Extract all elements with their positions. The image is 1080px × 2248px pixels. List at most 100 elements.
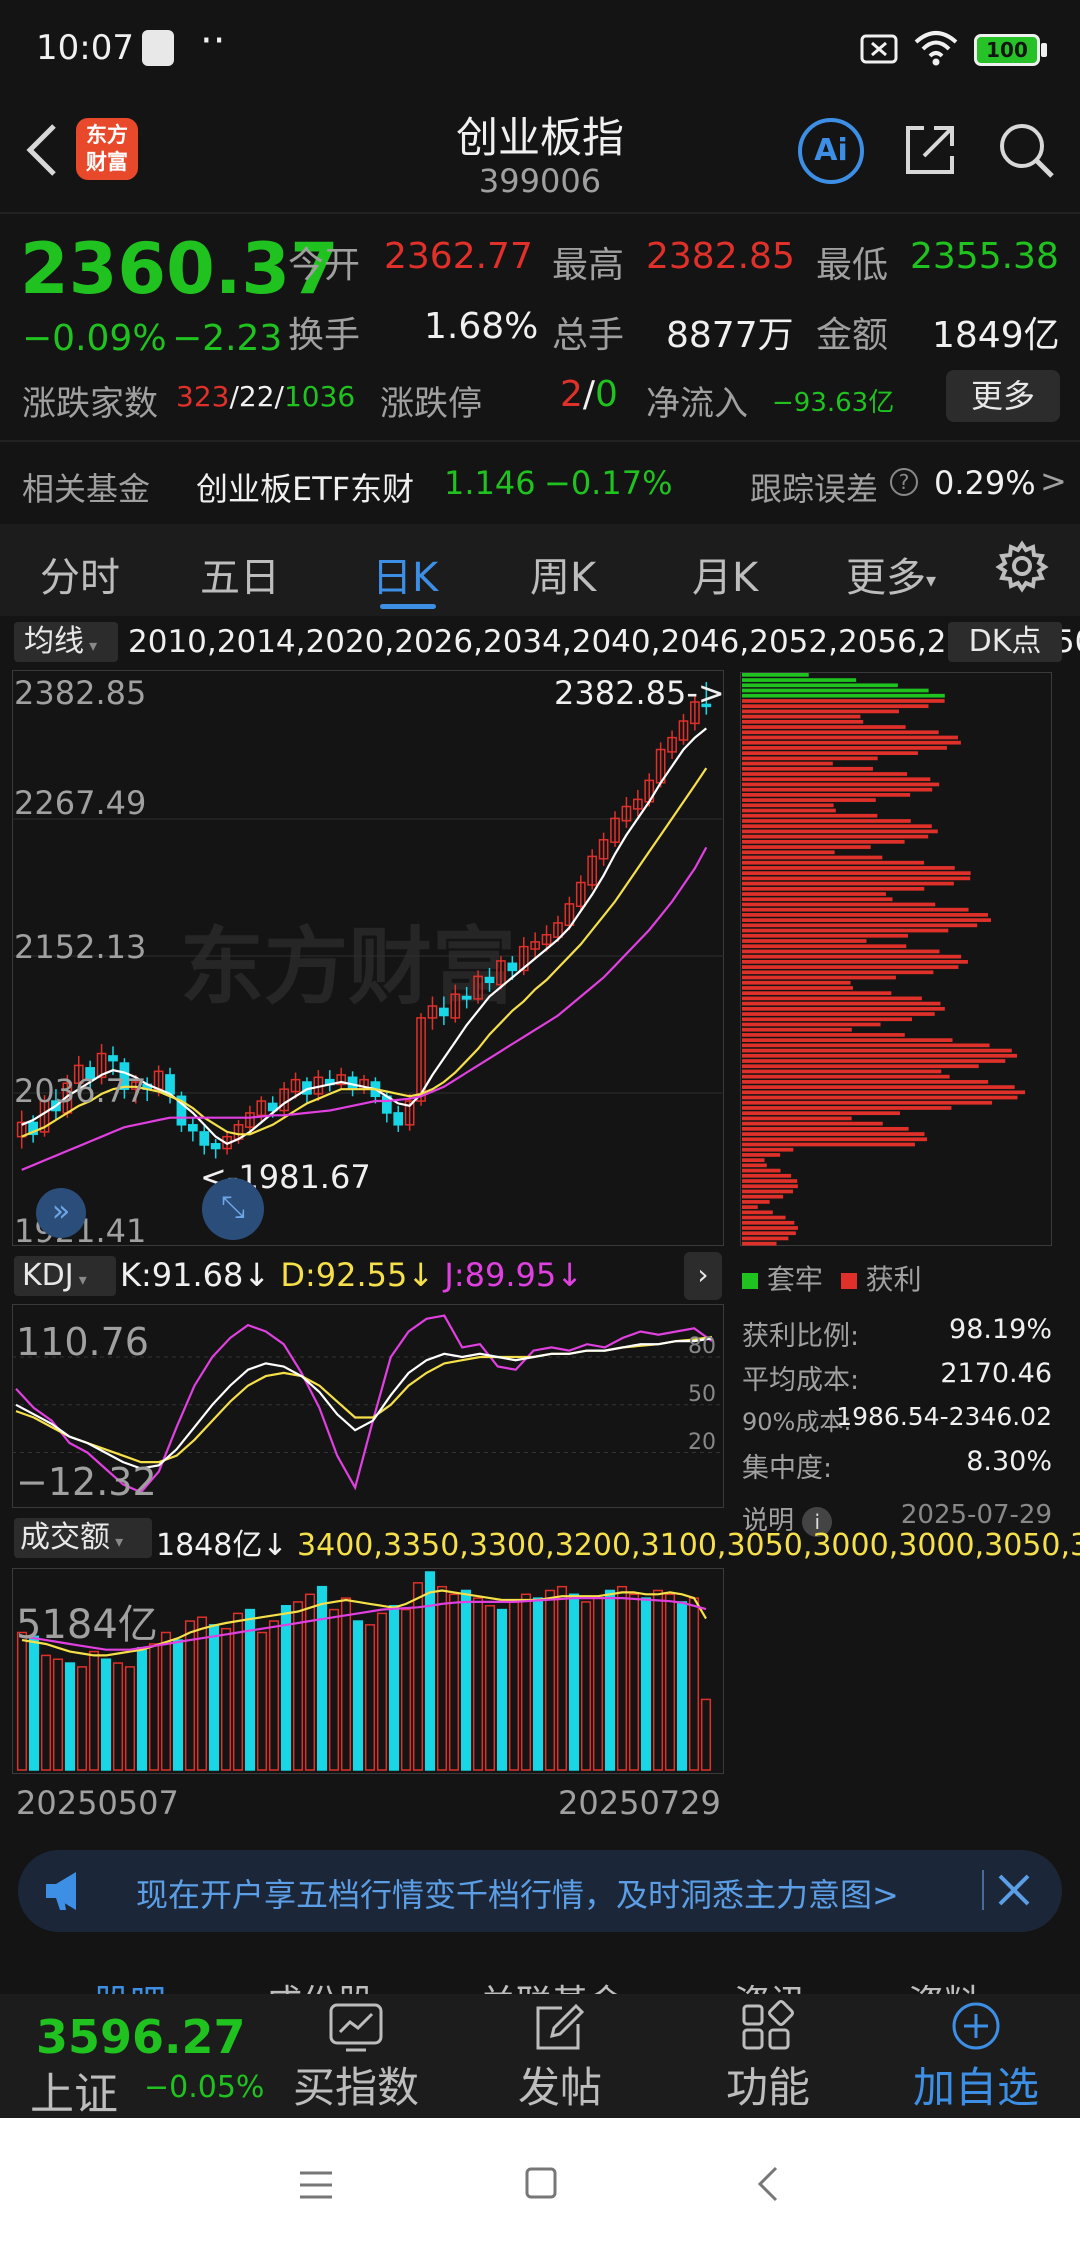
chip-bar: [742, 933, 909, 938]
chip-bar: [742, 1205, 758, 1209]
chip-bar: [742, 1053, 1018, 1058]
chip-bar: [742, 907, 969, 912]
chip-bar: [742, 1184, 798, 1189]
volume-bar: [472, 1597, 484, 1771]
fund-change: −0.17%: [544, 464, 673, 502]
chip-bar: [742, 913, 989, 917]
promo-banner[interactable]: 现在开户享五档行情变千档行情，及时洞悉主力意图>: [18, 1850, 1062, 1932]
chip-bar: [742, 813, 878, 818]
chip-bar: [742, 1116, 852, 1121]
chip-bar: [742, 996, 922, 1001]
ma20-line: [21, 846, 708, 1171]
volume-bar: [196, 1616, 208, 1771]
fullscreen-icon[interactable]: ⤡: [202, 1178, 264, 1240]
close-icon[interactable]: [996, 1872, 1032, 1908]
chip-bar: [742, 1017, 913, 1022]
chip-bar: [742, 871, 971, 876]
function-label: 功能: [725, 2063, 810, 2112]
volume-bar: [412, 1582, 424, 1771]
volume-bar: [88, 1650, 100, 1771]
tab-weekly-k[interactable]: 周K: [530, 545, 596, 603]
chip-bar: [742, 673, 809, 677]
dk-point-button[interactable]: DK点: [948, 622, 1062, 662]
chip-bar: [742, 803, 834, 808]
add-watchlist-button[interactable]: 加自选: [868, 1990, 1080, 2115]
amount-value: 1849亿: [932, 315, 1060, 356]
chip-bar: [742, 1043, 990, 1048]
chip-bar: [742, 970, 934, 975]
more-quote-button[interactable]: 更多: [946, 370, 1060, 422]
search-icon[interactable]: [996, 120, 1056, 180]
volume-bar: [676, 1601, 688, 1771]
volume-bar: [652, 1589, 664, 1771]
chip-bar: [742, 954, 962, 959]
volume-bar: [256, 1631, 268, 1771]
candle-body: [199, 1131, 210, 1146]
tab-daily-k[interactable]: 日K: [372, 545, 438, 603]
buy-index-button[interactable]: 买指数: [248, 1990, 464, 2115]
chip-bar: [742, 1189, 793, 1194]
chip-bar: [742, 1137, 928, 1142]
ma-indicator-button[interactable]: 均线 ▾: [14, 622, 118, 662]
start-date-label: 20250507: [16, 1784, 179, 1822]
chip-bar: [742, 714, 861, 719]
chip-bar: [742, 824, 932, 829]
help-icon[interactable]: ?: [890, 468, 918, 496]
trapped-swatch: [742, 1273, 758, 1289]
volume-bar: [100, 1658, 112, 1771]
candle-body: [461, 995, 472, 1000]
chip-bar: [742, 928, 949, 933]
expand-chart-icon[interactable]: »: [36, 1188, 86, 1238]
volume-bar: [628, 1593, 640, 1771]
tab-intraday[interactable]: 分时: [40, 545, 120, 603]
volume-bar: [688, 1597, 700, 1771]
sh-index-ticker[interactable]: 3596.27 上证 −0.05%: [0, 1994, 284, 2120]
add-circle-icon: [952, 2002, 1000, 2050]
chip-bar: [742, 1158, 765, 1163]
chip-bar: [742, 756, 878, 761]
kdj-indicator-button[interactable]: KDJ ▾: [14, 1256, 116, 1296]
volume-bar: [544, 1589, 556, 1771]
chip-bar: [742, 1220, 795, 1225]
chip-bar: [742, 735, 958, 740]
candle-body: [507, 962, 518, 972]
volume-top-label: 5184亿: [16, 1602, 158, 1648]
volume-bar: [124, 1666, 136, 1771]
chip-bar: [742, 1153, 781, 1157]
volume-bar: [616, 1585, 628, 1771]
home-icon[interactable]: [524, 2166, 558, 2200]
end-date-label: 20250729: [558, 1784, 721, 1822]
kdj-bottom-label: −12.32: [16, 1460, 157, 1504]
high-label: 最高: [552, 245, 625, 286]
fund-name: 创业板ETF东财: [196, 470, 415, 508]
menu-icon[interactable]: [298, 2170, 334, 2200]
volume-bar: [388, 1605, 400, 1771]
chevron-right-icon[interactable]: ›: [684, 1252, 722, 1300]
chip-bar: [742, 944, 907, 949]
chip-bar: [742, 949, 940, 954]
chip-bar: [742, 829, 938, 834]
volume-bar: [160, 1631, 172, 1771]
profit-swatch: [840, 1273, 857, 1289]
chip-bar: [742, 1111, 900, 1116]
fund-label: 相关基金: [22, 470, 151, 508]
volume-bar: [700, 1698, 712, 1771]
related-fund-row[interactable]: 相关基金 创业板ETF东财 1.146 −0.17% 跟踪误差 ? 0.29% …: [0, 444, 1080, 524]
back-nav-icon[interactable]: [756, 2166, 780, 2202]
edit-icon: [536, 2003, 585, 2050]
tab-five-day[interactable]: 五日: [200, 545, 280, 603]
candle-body: [108, 1055, 118, 1062]
post-button[interactable]: 发帖: [452, 1990, 668, 2115]
chip-bar: [742, 1163, 767, 1168]
volume-indicator-button[interactable]: 成交额 ▾: [14, 1518, 152, 1558]
share-icon[interactable]: [902, 122, 958, 178]
chevron-right-icon: >: [1040, 462, 1067, 500]
ai-assistant-button[interactable]: Ai: [798, 118, 864, 184]
volume-bar: [16, 1631, 28, 1771]
volume-bar: [400, 1608, 412, 1771]
chip-bar: [742, 1241, 777, 1246]
function-button[interactable]: 功能: [660, 1990, 876, 2115]
tab-monthly-k[interactable]: 月K: [692, 545, 758, 603]
tab-more[interactable]: 更多▾: [846, 545, 936, 603]
settings-gear-icon[interactable]: [995, 540, 1049, 593]
